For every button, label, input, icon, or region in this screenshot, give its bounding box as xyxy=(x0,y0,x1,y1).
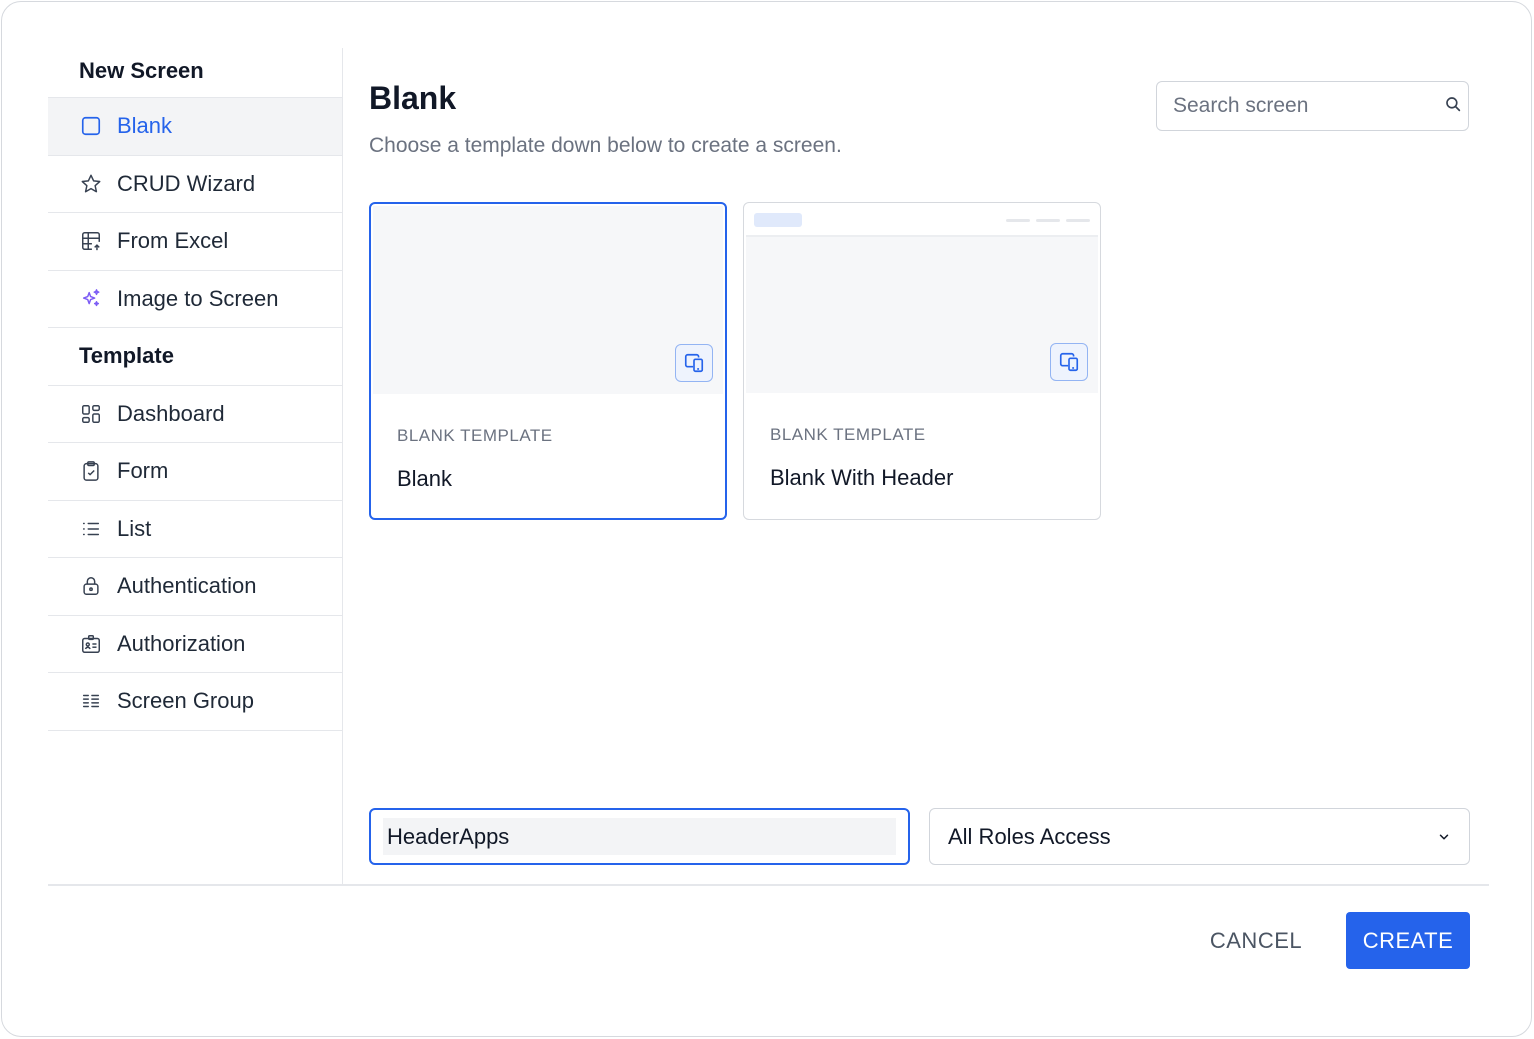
responsive-devices-icon[interactable] xyxy=(1050,343,1088,381)
preview-header-bar xyxy=(746,205,1098,237)
search-box xyxy=(1156,81,1469,131)
preview-nav-item xyxy=(1006,219,1030,222)
square-icon xyxy=(79,114,103,138)
sidebar-item-label: Screen Group xyxy=(117,688,254,714)
screen-name-input[interactable] xyxy=(383,818,896,855)
preview-nav-item xyxy=(1036,219,1060,222)
sidebar-item-label: List xyxy=(117,515,152,541)
sidebar-item-list[interactable]: List xyxy=(48,501,342,558)
sidebar-item-form[interactable]: Form xyxy=(48,443,342,501)
list-icon xyxy=(79,517,103,541)
search-input[interactable] xyxy=(1173,94,1444,118)
sidebar-item-authorization[interactable]: Authorization xyxy=(48,616,342,673)
sidebar-item-screen-group[interactable]: Screen Group xyxy=(48,673,342,731)
template-section-heading: Template xyxy=(48,328,342,386)
sidebar-item-label: Image to Screen xyxy=(117,285,279,311)
template-card-blank-with-header[interactable]: BLANK TEMPLATE Blank With Header xyxy=(743,202,1101,520)
sidebar-item-blank[interactable]: Blank xyxy=(48,98,342,156)
role-access-value: All Roles Access xyxy=(948,823,1111,849)
sidebar: New Screen Blank CRUD Wizard From Excel … xyxy=(48,48,343,885)
grouped-list-icon xyxy=(79,689,103,713)
create-button[interactable]: CREATE xyxy=(1346,912,1470,969)
sidebar-item-label: CRUD Wizard xyxy=(117,170,256,196)
preview-logo xyxy=(754,213,802,227)
sidebar-item-authentication[interactable]: Authentication xyxy=(48,558,342,616)
sidebar-item-label: Blank xyxy=(117,113,173,139)
template-card-blank[interactable]: BLANK TEMPLATE Blank xyxy=(369,202,727,520)
search-icon[interactable] xyxy=(1444,95,1462,118)
sidebar-item-image-to-screen[interactable]: Image to Screen xyxy=(48,271,342,328)
id-card-icon xyxy=(79,632,103,656)
screen-name-field xyxy=(369,808,910,865)
sidebar-item-dashboard[interactable]: Dashboard xyxy=(48,386,342,443)
sidebar-item-label: Authorization xyxy=(117,630,246,656)
sidebar-item-label: Form xyxy=(117,458,169,484)
clipboard-icon xyxy=(79,459,103,483)
lock-icon xyxy=(79,574,103,598)
chevron-down-icon xyxy=(1437,824,1451,850)
template-category: BLANK TEMPLATE xyxy=(770,425,926,444)
sidebar-item-label: Dashboard xyxy=(117,400,225,426)
page-subtitle: Choose a template down below to create a… xyxy=(369,134,842,157)
template-name: Blank With Header xyxy=(770,465,954,490)
page-title: Blank xyxy=(369,80,457,116)
sidebar-item-label: Authentication xyxy=(117,573,257,599)
template-name: Blank xyxy=(397,466,453,491)
sidebar-item-crud-wizard[interactable]: CRUD Wizard xyxy=(48,156,342,213)
table-icon xyxy=(79,229,103,253)
template-preview xyxy=(373,206,723,394)
template-category: BLANK TEMPLATE xyxy=(397,426,553,445)
sidebar-item-label: From Excel xyxy=(117,228,229,254)
sparkle-icon xyxy=(79,287,103,311)
sidebar-header: New Screen xyxy=(48,48,342,98)
dashboard-icon xyxy=(79,402,103,426)
template-preview xyxy=(746,205,1098,393)
role-access-select[interactable]: All Roles Access xyxy=(929,808,1470,865)
star-icon xyxy=(79,172,103,196)
footer-divider xyxy=(48,884,1489,886)
cancel-button[interactable]: CANCEL xyxy=(1192,912,1320,969)
new-screen-dialog: New Screen Blank CRUD Wizard From Excel … xyxy=(1,1,1532,1037)
sidebar-item-from-excel[interactable]: From Excel xyxy=(48,213,342,271)
preview-nav-item xyxy=(1066,219,1090,222)
responsive-devices-icon[interactable] xyxy=(675,344,713,382)
